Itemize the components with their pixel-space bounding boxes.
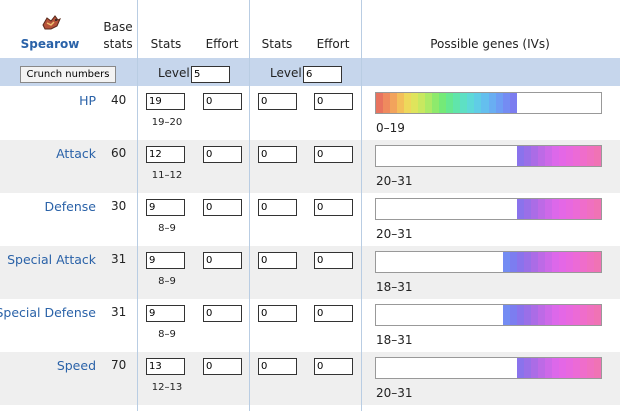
stat-row: Attack 60 11–12 20–31	[0, 140, 620, 193]
effort-input-2[interactable]	[314, 252, 353, 269]
stat-name: Defense	[44, 199, 96, 214]
stat-row: Special Defense 31 8–9 18–31	[0, 299, 620, 352]
stat-range: 8–9	[158, 276, 176, 287]
stats-input-2[interactable]	[258, 252, 297, 269]
stat-range: 8–9	[158, 223, 176, 234]
stat-name: Speed	[56, 358, 96, 373]
iv-bar-segment	[593, 252, 601, 272]
effort-input[interactable]	[203, 146, 242, 163]
effort-input[interactable]	[203, 305, 242, 322]
iv-range-bar	[375, 251, 602, 273]
stat-name: Special Defense	[0, 305, 96, 320]
stat-row: HP 40 19–20 0–19	[0, 87, 620, 140]
iv-range-text: 20–31	[376, 227, 413, 241]
stat-name: Special Attack	[7, 252, 96, 267]
effort-input-2[interactable]	[314, 93, 353, 110]
iv-range-text: 18–31	[376, 280, 413, 294]
level-input-1[interactable]	[191, 66, 230, 83]
iv-bar-segment	[593, 199, 601, 219]
level-label-2: Level	[270, 66, 302, 80]
iv-range-text: 20–31	[376, 386, 413, 400]
stats-header: Stats	[150, 37, 182, 51]
effort-input-2[interactable]	[314, 358, 353, 375]
base-stats-header: Base stats	[103, 20, 133, 51]
stats-input-2[interactable]	[258, 305, 297, 322]
pokemon-icon	[40, 14, 62, 32]
iv-calculator: Spearow Base stats Stats Effort Stats Ef…	[0, 0, 620, 411]
stat-range: 12–13	[151, 382, 183, 393]
stats-header-2: Stats	[261, 37, 293, 51]
stats-input-2[interactable]	[258, 199, 297, 216]
iv-bar-segment	[593, 358, 601, 378]
stat-range: 19–20	[151, 117, 183, 128]
base-stat-value: 30	[111, 199, 127, 213]
crunch-numbers-button[interactable]: Crunch numbers	[20, 66, 116, 83]
base-stat-value: 70	[111, 358, 127, 372]
stat-name: Attack	[56, 146, 96, 161]
iv-bar-segment	[509, 93, 518, 113]
base-stat-value: 31	[111, 252, 127, 266]
level-label: Level	[158, 66, 190, 80]
base-stat-value: 31	[111, 305, 127, 319]
stat-row: Defense 30 8–9 20–31	[0, 193, 620, 246]
stat-row: Speed 70 12–13 20–31	[0, 352, 620, 405]
stats-input[interactable]	[146, 93, 185, 110]
iv-bar-segment	[593, 146, 601, 166]
effort-input-2[interactable]	[314, 146, 353, 163]
stats-input[interactable]	[146, 358, 185, 375]
level-input-2[interactable]	[303, 66, 342, 83]
stats-input[interactable]	[146, 252, 185, 269]
iv-range-text: 18–31	[376, 333, 413, 347]
base-stat-value: 60	[111, 146, 127, 160]
iv-range-bar	[375, 198, 602, 220]
effort-header: Effort	[205, 37, 239, 51]
genes-header: Possible genes (IVs)	[430, 37, 550, 51]
stats-input-2[interactable]	[258, 146, 297, 163]
effort-input[interactable]	[203, 358, 242, 375]
iv-bar-segment	[593, 305, 601, 325]
iv-range-text: 20–31	[376, 174, 413, 188]
stat-name: HP	[79, 93, 96, 108]
effort-input[interactable]	[203, 93, 242, 110]
stats-input-2[interactable]	[258, 358, 297, 375]
stats-input-2[interactable]	[258, 93, 297, 110]
stats-input[interactable]	[146, 199, 185, 216]
iv-range-bar	[375, 92, 602, 114]
effort-input[interactable]	[203, 252, 242, 269]
stat-range: 11–12	[151, 170, 183, 181]
stats-input[interactable]	[146, 305, 185, 322]
iv-range-bar	[375, 145, 602, 167]
iv-range-bar	[375, 357, 602, 379]
iv-range-text: 0–19	[376, 121, 405, 135]
effort-header-2: Effort	[316, 37, 350, 51]
pokemon-name: Spearow	[20, 37, 80, 51]
stat-row: Special Attack 31 8–9 18–31	[0, 246, 620, 299]
effort-input-2[interactable]	[314, 199, 353, 216]
iv-range-bar	[375, 304, 602, 326]
stats-input[interactable]	[146, 146, 185, 163]
effort-input-2[interactable]	[314, 305, 353, 322]
base-stat-value: 40	[111, 93, 127, 107]
effort-input[interactable]	[203, 199, 242, 216]
stat-range: 8–9	[158, 329, 176, 340]
